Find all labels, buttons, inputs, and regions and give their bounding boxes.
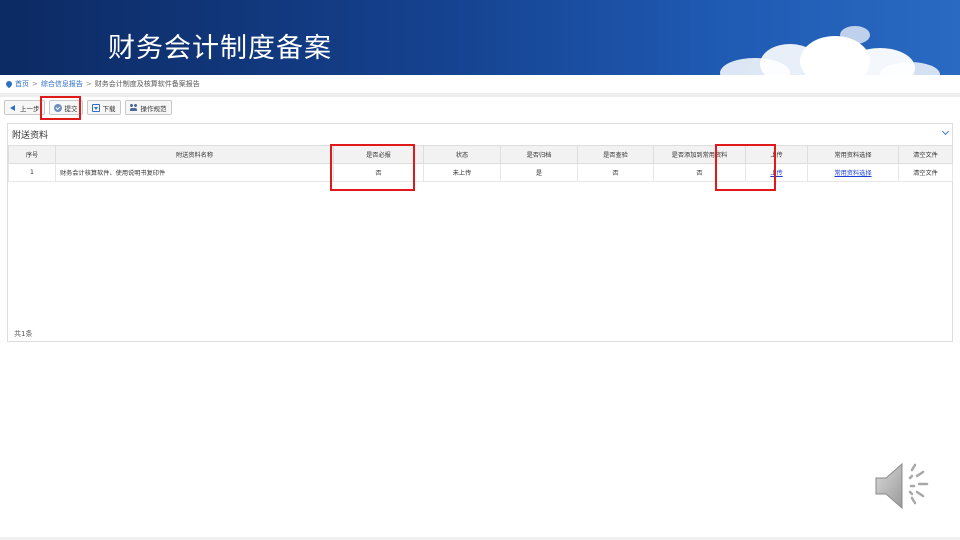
cell-name: 财务会计核算软件、使用说明书复印件: [55, 163, 334, 182]
highlight-required-column: [330, 144, 415, 191]
highlight-upload-column: [715, 144, 776, 191]
col-status: 状态: [423, 145, 501, 164]
download-button[interactable]: 下载: [86, 100, 121, 115]
cell-common-select: 常用资料选择: [807, 163, 899, 182]
col-common-select: 常用资料选择: [807, 145, 899, 164]
toolbar: 上一步 提交 下载 操作规范: [4, 100, 172, 115]
col-clear: 清空文件: [898, 145, 953, 164]
col-name: 附送资料名称: [55, 145, 334, 164]
col-archived: 是否归档: [500, 145, 578, 164]
cell-index: 1: [8, 163, 56, 182]
cell-clear: 清空文件: [898, 163, 953, 182]
speaker-icon[interactable]: [872, 460, 936, 512]
breadcrumb: 首页 > 综合信息报告 > 财务会计制度及核算软件备案报告: [6, 79, 200, 89]
download-icon: [91, 103, 100, 112]
prev-step-button[interactable]: 上一步: [4, 100, 45, 115]
breadcrumb-separator: >: [85, 80, 92, 88]
table-row: 1 财务会计核算软件、使用说明书复印件 否 未上传 是 否 否 上传 常用资料选…: [8, 163, 953, 182]
attachments-panel: 附送资料 序号 附送资料名称 是否必报 状态 是否归档 是否查验 是否添加到常用…: [7, 123, 953, 342]
chevron-down-icon[interactable]: [943, 129, 949, 135]
arrow-left-icon: [9, 104, 17, 112]
col-checked: 是否查验: [577, 145, 654, 164]
breadcrumb-section[interactable]: 综合信息报告: [41, 79, 83, 89]
cell-archived: 是: [500, 163, 578, 182]
table-header-row: 序号 附送资料名称 是否必报 状态 是否归档 是否查验 是否添加到常用资料 上传…: [8, 145, 953, 164]
download-label: 下载: [102, 104, 116, 113]
col-index: 序号: [8, 145, 56, 164]
highlight-submit: [40, 96, 81, 120]
panel-title: 附送资料: [12, 131, 49, 141]
breadcrumb-separator: >: [32, 80, 38, 88]
breadcrumb-current: 财务会计制度及核算软件备案报告: [94, 80, 200, 88]
breadcrumb-home[interactable]: 首页: [15, 79, 29, 89]
guide-button[interactable]: 操作规范: [124, 100, 172, 115]
divider: [0, 93, 960, 97]
clear-file-button[interactable]: 清空文件: [913, 170, 938, 177]
attachments-table: 序号 附送资料名称 是否必报 状态 是否归档 是否查验 是否添加到常用资料 上传…: [8, 145, 953, 182]
cell-checked: 否: [577, 163, 654, 182]
record-count: 共1条: [14, 330, 33, 338]
page-title: 财务会计制度备案: [108, 33, 332, 64]
guide-label: 操作规范: [140, 104, 167, 113]
location-pin-icon: [6, 81, 12, 88]
header-banner: 财务会计制度备案: [0, 0, 960, 75]
users-icon: [129, 103, 138, 112]
common-select-link[interactable]: 常用资料选择: [834, 170, 871, 177]
prev-step-label: 上一步: [20, 104, 40, 113]
cell-status: 未上传: [423, 163, 501, 182]
